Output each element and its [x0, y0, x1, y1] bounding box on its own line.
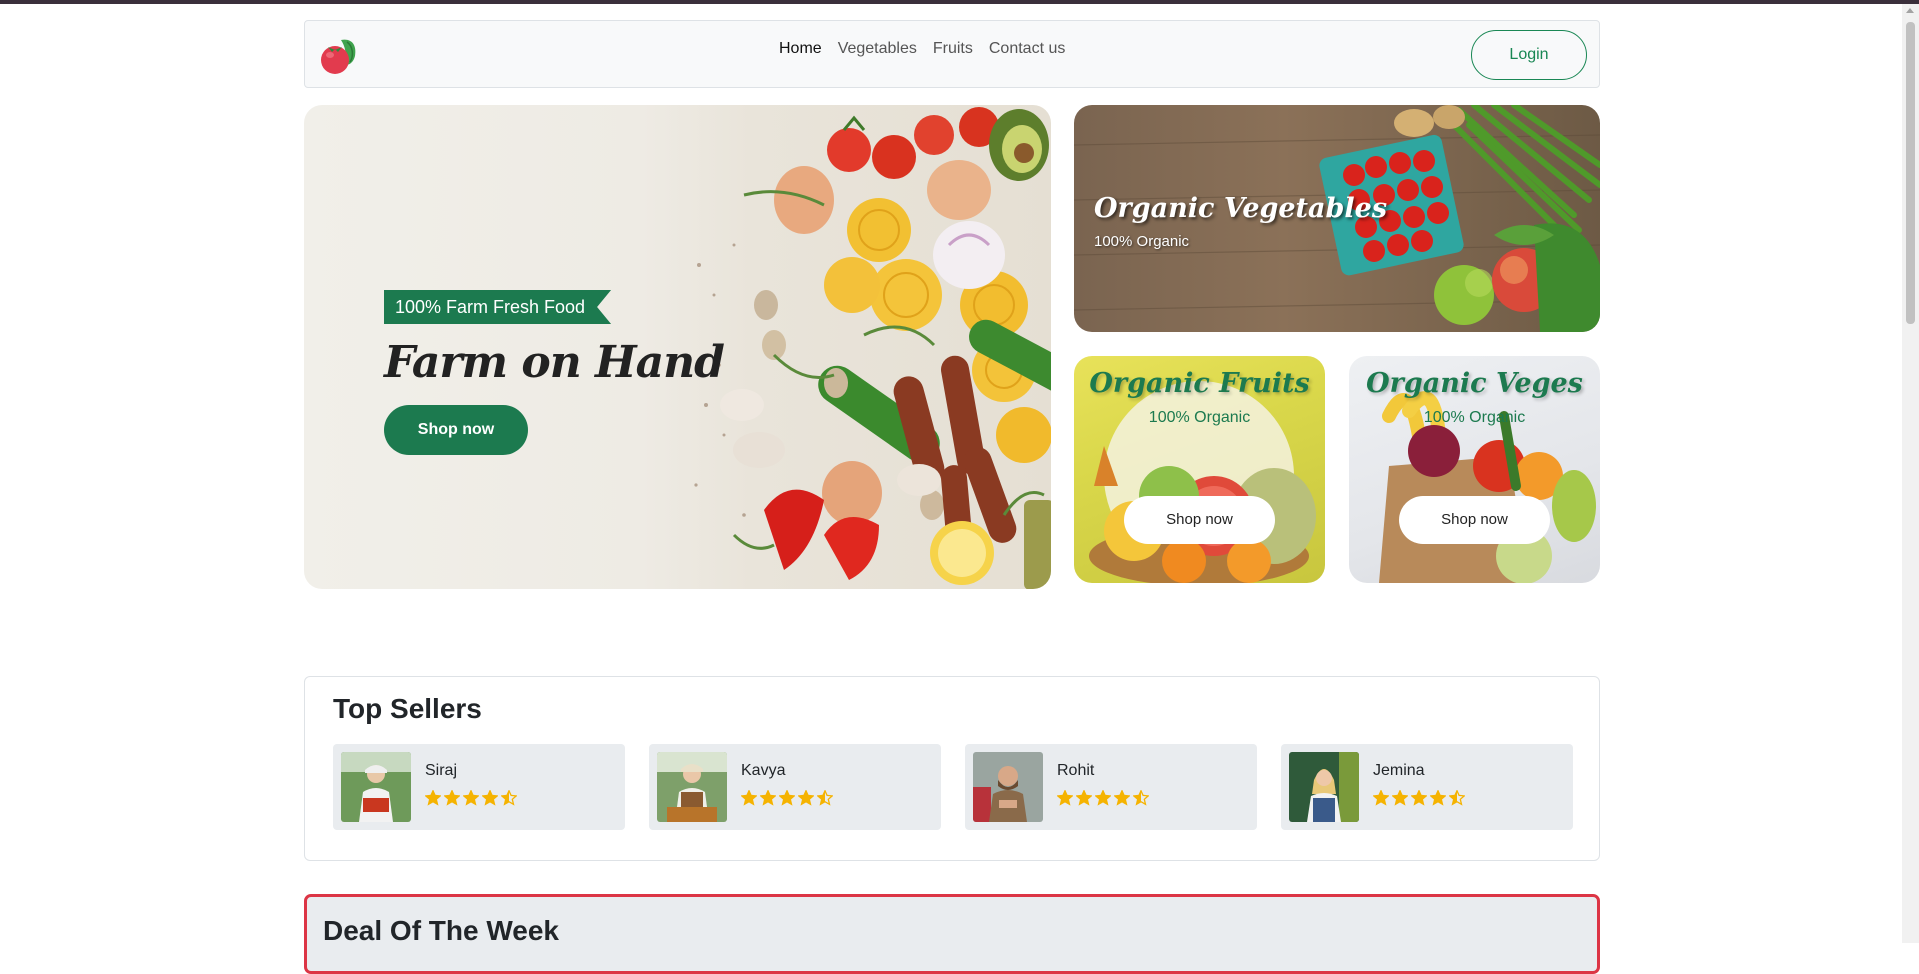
star-full-icon: [1392, 790, 1408, 806]
login-button[interactable]: Login: [1471, 30, 1587, 80]
hero-banner: 100% Farm Fresh Food Farm on Hand Shop n…: [304, 105, 1051, 589]
top-sellers-section: Top Sellers Siraj Kavya Rohit Jemina: [304, 676, 1600, 861]
star-full-icon: [1057, 790, 1073, 806]
organic-veges-title: Organic Veges: [1366, 368, 1583, 399]
star-full-icon: [760, 790, 776, 806]
browser-top-strip: [0, 0, 1919, 4]
organic-veges-card[interactable]: Organic Veges 100% Organic Shop now: [1349, 356, 1600, 583]
seller-name: Siraj: [425, 762, 458, 779]
star-full-icon: [1095, 790, 1111, 806]
organic-fruits-subtitle: 100% Organic: [1148, 409, 1251, 426]
seller-avatar: [657, 752, 727, 822]
seller-avatar: [973, 752, 1043, 822]
star-full-icon: [779, 790, 795, 806]
star-full-icon: [463, 790, 479, 806]
star-full-icon: [1430, 790, 1446, 806]
nav-link-contact[interactable]: Contact us: [981, 40, 1073, 58]
star-half-icon: [817, 790, 833, 806]
hero-title: Farm on Hand: [384, 337, 725, 388]
top-sellers-title: Top Sellers: [333, 693, 482, 724]
tomato-logo-icon[interactable]: [317, 34, 361, 78]
seller-rating: [1057, 790, 1149, 806]
seller-card[interactable]: Kavya: [649, 744, 941, 830]
scrollbar-thumb[interactable]: [1906, 22, 1915, 324]
star-full-icon: [798, 790, 814, 806]
organic-vegetables-card[interactable]: Organic Vegetables 100% Organic: [1074, 105, 1600, 332]
seller-avatar: [1289, 752, 1359, 822]
seller-rating: [425, 790, 517, 806]
seller-name: Kavya: [741, 762, 786, 779]
seller-card[interactable]: Rohit: [965, 744, 1257, 830]
navbar: Home Vegetables Fruits Contact us Login: [304, 20, 1600, 88]
star-full-icon: [1373, 790, 1389, 806]
seller-rating: [741, 790, 833, 806]
seller-name: Rohit: [1057, 762, 1095, 779]
nav-link-vegetables[interactable]: Vegetables: [830, 40, 925, 58]
organic-veges-subtitle: 100% Organic: [1423, 409, 1526, 426]
scroll-up-arrow-icon[interactable]: [1906, 8, 1914, 13]
hero-shop-now-button[interactable]: Shop now: [384, 405, 528, 455]
deal-of-the-week-title: Deal Of The Week: [323, 915, 560, 946]
seller-avatar: [341, 752, 411, 822]
star-full-icon: [425, 790, 441, 806]
deal-of-the-week-section: Deal Of The Week: [304, 894, 1600, 974]
organic-vegetables-title: Organic Vegetables: [1094, 193, 1388, 224]
seller-card[interactable]: Jemina: [1281, 744, 1573, 830]
star-full-icon: [741, 790, 757, 806]
organic-vegetables-subtitle: 100% Organic: [1094, 233, 1190, 250]
veges-shop-now-button[interactable]: Shop now: [1399, 496, 1550, 544]
star-full-icon: [1411, 790, 1427, 806]
seller-rating: [1373, 790, 1465, 806]
nav-link-fruits[interactable]: Fruits: [925, 40, 981, 58]
star-full-icon: [444, 790, 460, 806]
organic-fruits-card[interactable]: Organic Fruits 100% Organic Shop now: [1074, 356, 1325, 583]
organic-fruits-title: Organic Fruits: [1089, 368, 1310, 399]
fruits-shop-now-button[interactable]: Shop now: [1124, 496, 1275, 544]
seller-card[interactable]: Siraj: [333, 744, 625, 830]
star-full-icon: [1076, 790, 1092, 806]
star-half-icon: [1449, 790, 1465, 806]
seller-name: Jemina: [1373, 762, 1425, 779]
farm-fresh-ribbon: 100% Farm Fresh Food: [384, 290, 611, 324]
nav-link-home[interactable]: Home: [771, 40, 830, 58]
nav-links: Home Vegetables Fruits Contact us: [771, 40, 1073, 58]
page-scrollbar[interactable]: [1902, 4, 1919, 943]
star-half-icon: [501, 790, 517, 806]
star-full-icon: [1114, 790, 1130, 806]
star-full-icon: [482, 790, 498, 806]
star-half-icon: [1133, 790, 1149, 806]
